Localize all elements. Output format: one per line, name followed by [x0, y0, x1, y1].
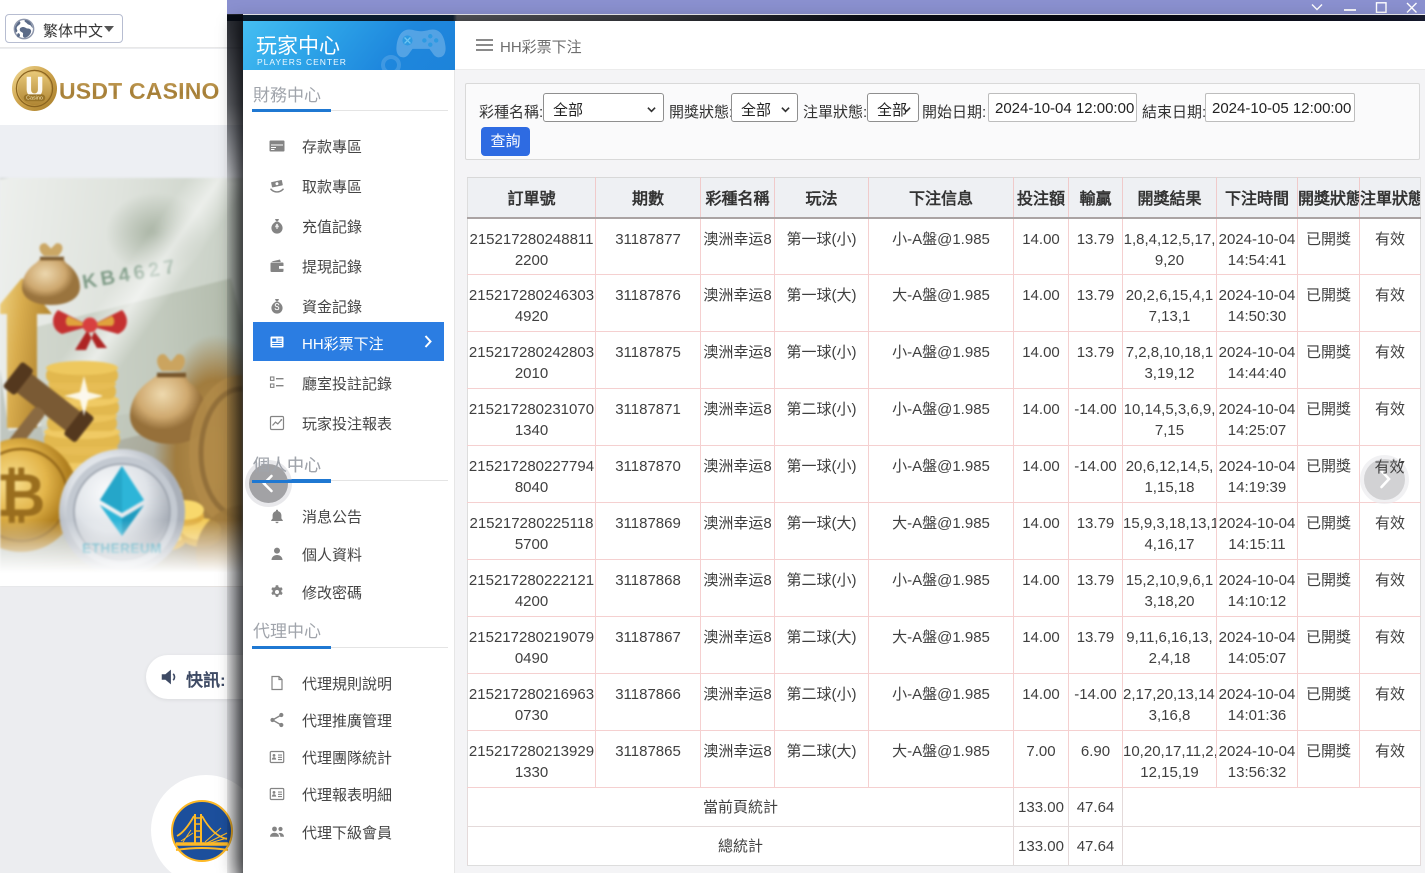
svg-text:Casino: Casino [26, 96, 43, 102]
svg-text:₿: ₿ [0, 462, 45, 529]
